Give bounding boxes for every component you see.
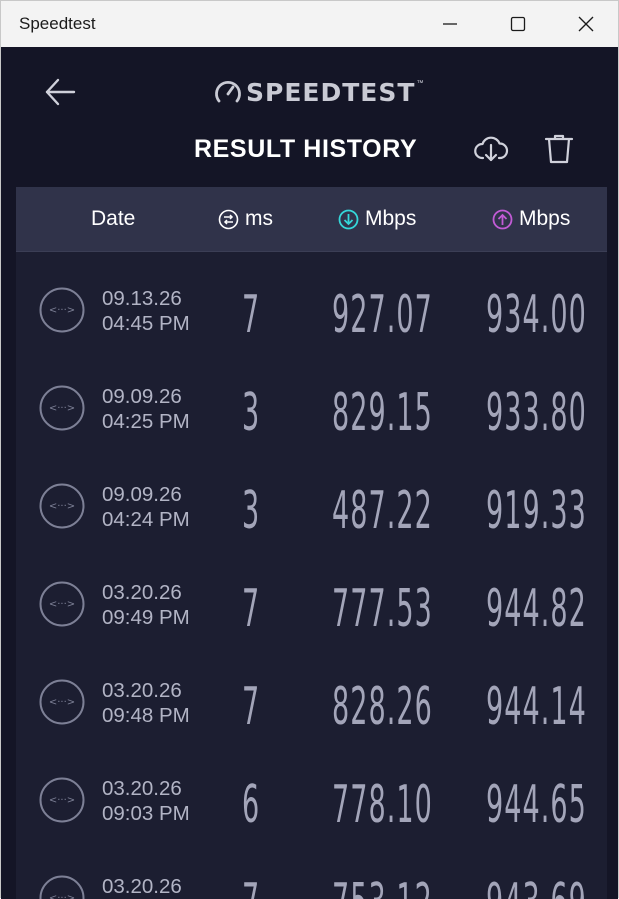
result-download: 777.53 <box>332 580 433 638</box>
result-row[interactable]: <···> 03.20.26 09:03 PM 6 778.10 944.65 <box>16 742 607 840</box>
close-button[interactable] <box>552 1 619 47</box>
minimize-icon <box>442 16 458 32</box>
trash-icon <box>541 131 577 167</box>
connection-icon: <···> <box>39 679 85 725</box>
svg-text:<···>: <···> <box>49 403 75 414</box>
back-button[interactable] <box>43 75 79 109</box>
connection-icon: <···> <box>39 777 85 823</box>
upload-arrow-icon <box>492 209 513 230</box>
result-row[interactable]: <···> 03.20.26 7 753.12 943.69 <box>16 840 607 899</box>
result-time: 04:45 PM <box>102 311 190 336</box>
column-label-download: Mbps <box>365 207 416 231</box>
connection-icon: <···> <box>39 875 85 899</box>
result-datetime: 09.09.26 04:24 PM <box>102 482 190 532</box>
window-title: Speedtest <box>19 14 96 34</box>
result-upload: 943.69 <box>486 874 587 899</box>
title-bar[interactable]: Speedtest <box>1 1 618 47</box>
result-ping: 7 <box>242 678 260 736</box>
logo-text: SPEEDTEST <box>246 78 415 107</box>
connection-icon: <···> <box>39 581 85 627</box>
download-arrow-icon <box>338 209 359 230</box>
result-date: 03.20.26 <box>102 580 190 605</box>
svg-text:<···>: <···> <box>49 501 75 512</box>
app-content: SPEEDTEST ™ RESULT HISTORY Date <box>1 47 618 899</box>
arrow-left-icon <box>43 75 79 109</box>
connection-icon: <···> <box>39 385 85 431</box>
column-header-upload[interactable]: Mbps <box>492 187 570 251</box>
page-title: RESULT HISTORY <box>194 135 417 164</box>
gauge-icon <box>213 77 243 107</box>
result-download: 753.12 <box>332 874 433 899</box>
result-upload: 944.14 <box>486 678 587 736</box>
result-upload: 934.00 <box>486 286 587 344</box>
column-label-ping: ms <box>245 207 273 231</box>
result-time: 09:48 PM <box>102 703 190 728</box>
result-upload: 933.80 <box>486 384 587 442</box>
maximize-button[interactable] <box>484 1 552 47</box>
result-ping: 7 <box>242 874 260 899</box>
result-ping: 3 <box>242 482 260 540</box>
result-date: 03.20.26 <box>102 874 182 899</box>
result-date: 09.09.26 <box>102 482 190 507</box>
svg-text:<···>: <···> <box>49 305 75 316</box>
results-table-header: Date ms Mbps <box>16 187 607 252</box>
result-download: 487.22 <box>332 482 433 540</box>
result-row[interactable]: <···> 03.20.26 09:49 PM 7 777.53 944.82 <box>16 546 607 644</box>
result-row[interactable]: <···> 09.09.26 04:24 PM 3 487.22 919.33 <box>16 448 607 546</box>
result-date: 03.20.26 <box>102 776 190 801</box>
result-ping: 7 <box>242 580 260 638</box>
result-time: 09:49 PM <box>102 605 190 630</box>
result-ping: 3 <box>242 384 260 442</box>
result-download: 778.10 <box>332 776 433 834</box>
app-window: Speedtest <box>0 0 619 898</box>
result-date: 09.13.26 <box>102 286 190 311</box>
result-upload: 919.33 <box>486 482 587 540</box>
ping-icon <box>218 209 239 230</box>
result-upload: 944.82 <box>486 580 587 638</box>
result-datetime: 09.09.26 04:25 PM <box>102 384 190 434</box>
close-icon <box>578 16 594 32</box>
result-time: 04:24 PM <box>102 507 190 532</box>
result-datetime: 03.20.26 09:03 PM <box>102 776 190 826</box>
column-header-ping[interactable]: ms <box>218 187 273 251</box>
column-label-upload: Mbps <box>519 207 570 231</box>
delete-button[interactable] <box>541 131 577 167</box>
result-download: 828.26 <box>332 678 433 736</box>
column-header-download[interactable]: Mbps <box>338 187 416 251</box>
cloud-download-icon <box>473 131 509 167</box>
maximize-icon <box>510 16 526 32</box>
svg-text:<···>: <···> <box>49 599 75 610</box>
result-time: 09:03 PM <box>102 801 190 826</box>
svg-text:<···>: <···> <box>49 893 75 899</box>
result-row[interactable]: <···> 09.13.26 04:45 PM 7 927.07 934.00 <box>16 252 607 350</box>
result-datetime: 03.20.26 <box>102 874 182 899</box>
result-date: 03.20.26 <box>102 678 190 703</box>
result-ping: 7 <box>242 286 260 344</box>
speedtest-logo: SPEEDTEST ™ <box>213 77 423 107</box>
result-ping: 6 <box>242 776 260 834</box>
svg-text:<···>: <···> <box>49 795 75 806</box>
minimize-button[interactable] <box>416 1 484 47</box>
svg-text:<···>: <···> <box>49 697 75 708</box>
result-datetime: 03.20.26 09:49 PM <box>102 580 190 630</box>
result-datetime: 09.13.26 04:45 PM <box>102 286 190 336</box>
result-download: 829.15 <box>332 384 433 442</box>
result-date: 09.09.26 <box>102 384 190 409</box>
result-download: 927.07 <box>332 286 433 344</box>
result-row[interactable]: <···> 09.09.26 04:25 PM 3 829.15 933.80 <box>16 350 607 448</box>
result-datetime: 03.20.26 09:48 PM <box>102 678 190 728</box>
connection-icon: <···> <box>39 483 85 529</box>
export-button[interactable] <box>473 131 509 167</box>
column-header-date[interactable]: Date <box>91 187 135 251</box>
logo-trademark: ™ <box>416 80 423 87</box>
result-time: 04:25 PM <box>102 409 190 434</box>
results-list[interactable]: <···> 09.13.26 04:45 PM 7 927.07 934.00 … <box>16 252 607 899</box>
column-label-date: Date <box>91 207 135 231</box>
connection-icon: <···> <box>39 287 85 333</box>
result-row[interactable]: <···> 03.20.26 09:48 PM 7 828.26 944.14 <box>16 644 607 742</box>
result-upload: 944.65 <box>486 776 587 834</box>
